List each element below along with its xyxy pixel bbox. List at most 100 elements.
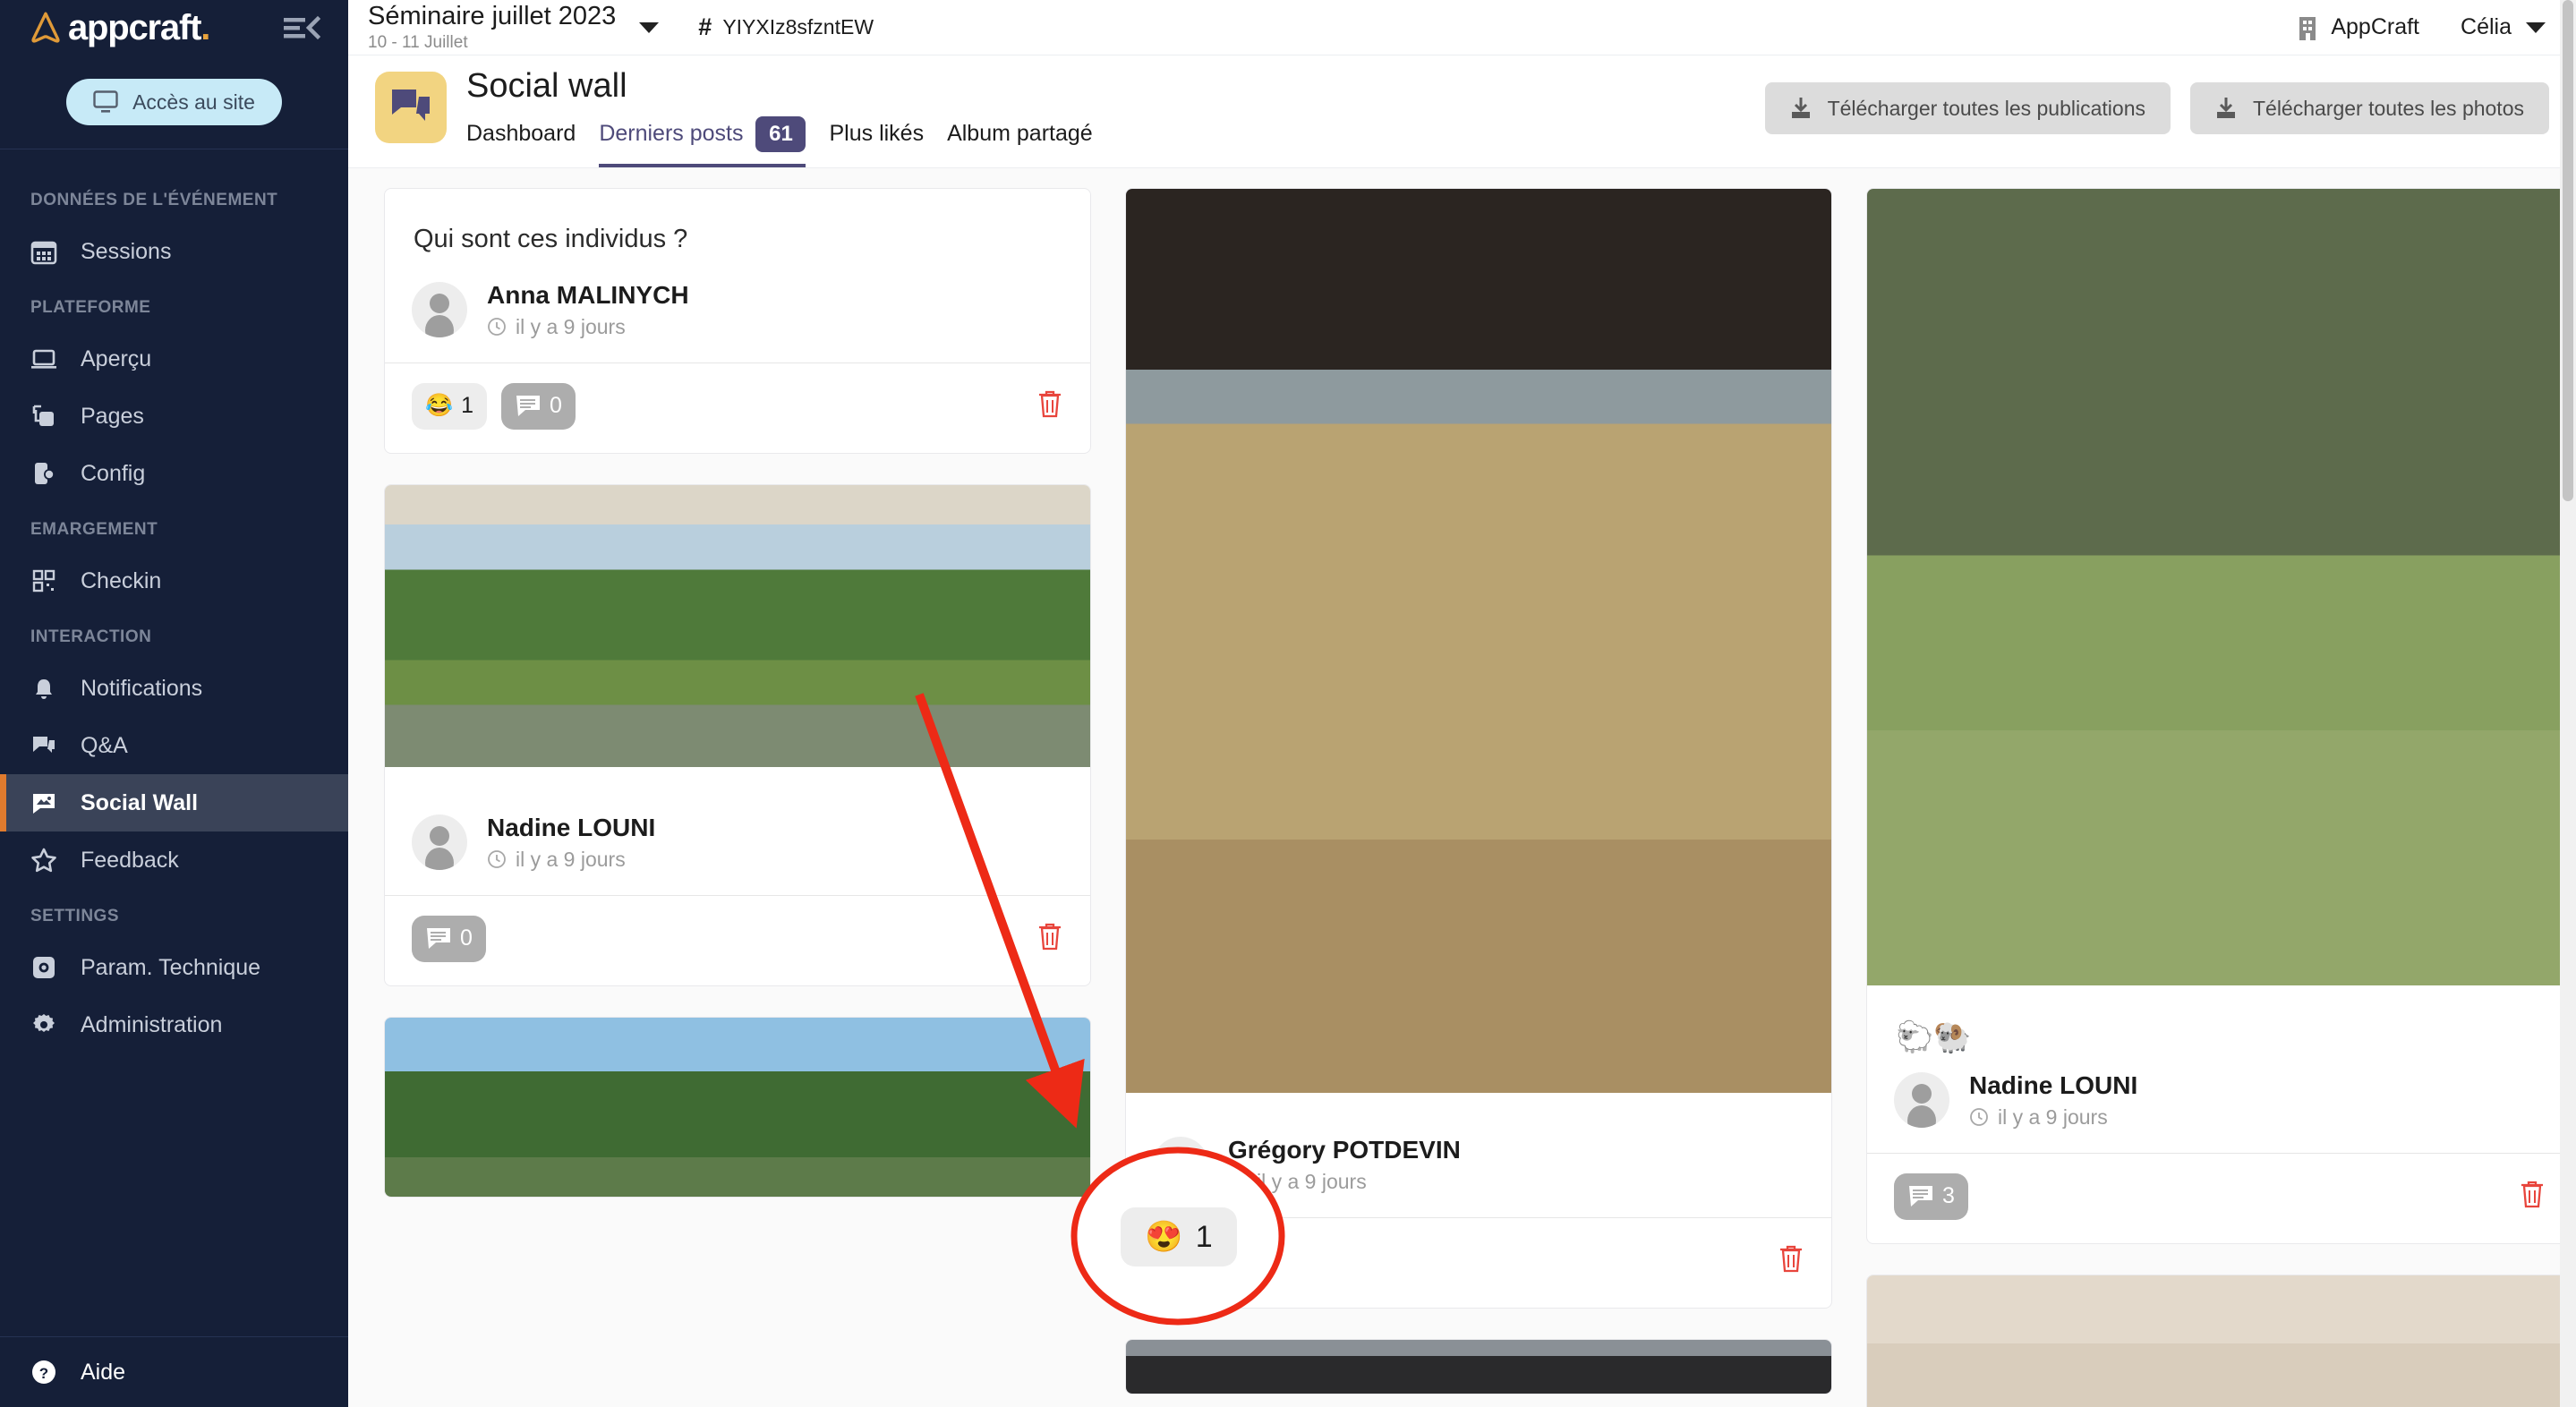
post-card[interactable]: Qui sont ces individus ? Anna MALINY: [384, 188, 1091, 454]
sidebar-item-help[interactable]: ? Aide: [0, 1337, 348, 1407]
org-name: AppCraft: [2331, 14, 2419, 40]
tab-plus-likes[interactable]: Plus likés: [829, 121, 924, 162]
sidebar-item-qa[interactable]: Q&A: [0, 717, 348, 774]
reaction-emoji: 😂: [425, 393, 453, 419]
sidebar-item-label: Q&A: [81, 733, 128, 759]
delete-post-button[interactable]: [1778, 1243, 1804, 1278]
tab-label: Derniers posts: [599, 121, 743, 147]
sidebar-item-label: Administration: [81, 1012, 222, 1038]
sidebar-item-checkin[interactable]: Checkin: [0, 552, 348, 610]
sidebar-item-sessions[interactable]: Sessions: [0, 223, 348, 280]
post-photo[interactable]: [385, 485, 1090, 767]
sidebar-item-administration[interactable]: Administration: [0, 996, 348, 1053]
user-placeholder-icon: [1894, 1072, 1949, 1128]
sidebar-nav: DONNÉES DE L'ÉVÉNEMENT Sessions PLATEFOR…: [0, 149, 348, 1336]
reaction-pill[interactable]: 😂 1: [412, 383, 487, 430]
post-author-meta: Nadine LOUNI il y a 9 jours: [487, 814, 655, 872]
sidebar-item-apercu[interactable]: Aperçu: [0, 330, 348, 388]
scrollbar-thumb[interactable]: [2563, 0, 2573, 501]
post-photo[interactable]: [1126, 189, 1831, 1093]
clock-icon: [487, 317, 507, 337]
building-icon: [2297, 15, 2318, 40]
collapse-menu-icon[interactable]: [282, 14, 321, 41]
sidebar-item-pages[interactable]: Pages: [0, 388, 348, 445]
post-author-name: Nadine LOUNI: [1969, 1071, 2137, 1100]
brand-name: appcraft.: [68, 10, 209, 46]
post-photo[interactable]: [1867, 1275, 2572, 1407]
post-author-meta: Anna MALINYCH il y a 9 jours: [487, 281, 689, 339]
user-menu[interactable]: Célia: [2461, 14, 2546, 40]
sidebar-item-social-wall[interactable]: Social Wall: [0, 774, 348, 831]
post-card[interactable]: 🐑🐏 Nadine LOUNI: [1866, 188, 2573, 1244]
pages-icon: [30, 403, 57, 430]
comment-pill[interactable]: 3: [1894, 1173, 1968, 1220]
sidebar-item-label: Feedback: [81, 848, 179, 874]
tab-album-partage[interactable]: Album partagé: [947, 121, 1093, 162]
delete-post-button[interactable]: [1036, 388, 1063, 423]
sidebar-item-label: Config: [81, 461, 145, 487]
post-author-name: Nadine LOUNI: [487, 814, 655, 842]
sidebar-item-label: Param. Technique: [81, 955, 260, 981]
gear-square-icon: [30, 954, 57, 981]
event-title: Séminaire juillet 2023: [368, 3, 616, 31]
download-icon: [2215, 97, 2237, 120]
chevron-down-icon[interactable]: [639, 22, 659, 33]
post-card[interactable]: Grégory POTDEVIN il y a 9 jours: [1125, 188, 1832, 1309]
sidebar-item-label: Sessions: [81, 239, 171, 265]
event-code: # YIYXIz8sfzntEW: [698, 13, 874, 41]
comment-pill[interactable]: 0: [501, 383, 576, 430]
post-footer: 😂 1 0: [385, 363, 1090, 453]
sidebar-item-label: Aide: [81, 1360, 125, 1386]
sidebar-section-title-settings: SETTINGS: [0, 889, 348, 939]
sidebar-brand-row: appcraft.: [0, 0, 348, 55]
button-label: Télécharger toutes les publications: [1828, 97, 2145, 121]
download-all-photos-button[interactable]: Télécharger toutes les photos: [2190, 82, 2549, 134]
app-root: appcraft. Accès au site DONNÉES DE L'ÉVÉ: [0, 0, 2576, 1407]
chat-bubbles-icon: [389, 87, 432, 128]
trash-icon: [2519, 1179, 2546, 1209]
access-site-button[interactable]: Accès au site: [66, 79, 282, 125]
post-card[interactable]: [1125, 1339, 1832, 1394]
event-dates: 10 - 11 Juillet: [368, 34, 616, 53]
tab-label: Album partagé: [947, 121, 1093, 147]
vertical-scrollbar[interactable]: [2560, 0, 2576, 1407]
sidebar-item-notifications[interactable]: Notifications: [0, 660, 348, 717]
topbar-right: AppCraft Célia: [2297, 14, 2546, 40]
download-icon: [1790, 97, 1812, 120]
sidebar-item-feedback[interactable]: Feedback: [0, 831, 348, 889]
post-card[interactable]: [384, 1017, 1091, 1198]
appcraft-logo[interactable]: appcraft.: [27, 9, 209, 47]
chevron-down-icon: [2526, 22, 2546, 33]
post-card[interactable]: Nadine LOUNI il y a 9 jours: [384, 484, 1091, 986]
delete-post-button[interactable]: [1036, 921, 1063, 956]
post-photo[interactable]: [1867, 189, 2572, 985]
page-meta: Social wall Dashboard Derniers posts 61 …: [466, 68, 1093, 167]
download-all-publications-button[interactable]: Télécharger toutes les publications: [1765, 82, 2171, 134]
reaction-count: 1: [1196, 1220, 1213, 1255]
reaction-count: 1: [461, 393, 473, 419]
organisation[interactable]: AppCraft: [2297, 14, 2419, 40]
tab-dashboard[interactable]: Dashboard: [466, 121, 576, 162]
comment-pill[interactable]: 0: [412, 916, 486, 962]
post-card[interactable]: [1866, 1275, 2573, 1407]
hash-icon: #: [698, 13, 712, 41]
reaction-emoji: 😍: [1145, 1219, 1182, 1255]
post-footer: 0: [385, 896, 1090, 985]
post-photo[interactable]: [385, 1018, 1090, 1197]
sidebar-item-param-technique[interactable]: Param. Technique: [0, 939, 348, 996]
post-time-text: il y a 9 jours: [516, 848, 626, 872]
delete-post-button[interactable]: [2519, 1179, 2546, 1214]
star-icon: [30, 847, 57, 874]
sidebar-item-config[interactable]: Config: [0, 445, 348, 502]
highlighted-reaction-pill[interactable]: 😍 1: [1121, 1207, 1237, 1266]
post-author-row: Anna MALINYCH il y a 9 jours: [412, 281, 1063, 362]
event-selector[interactable]: Séminaire juillet 2023 10 - 11 Juillet: [368, 3, 659, 53]
annotation-highlight-circle: 😍 1: [1070, 1147, 1285, 1326]
post-photo[interactable]: [1126, 1340, 1831, 1394]
clock-icon: [1969, 1107, 1989, 1127]
sidebar-item-label: Checkin: [81, 568, 161, 594]
posts-columns: Qui sont ces individus ? Anna MALINY: [384, 188, 2553, 1407]
image-post-icon: [30, 789, 57, 816]
page-tabs: Dashboard Derniers posts 61 Plus likés A…: [466, 116, 1093, 167]
tab-derniers-posts[interactable]: Derniers posts 61: [599, 116, 806, 167]
